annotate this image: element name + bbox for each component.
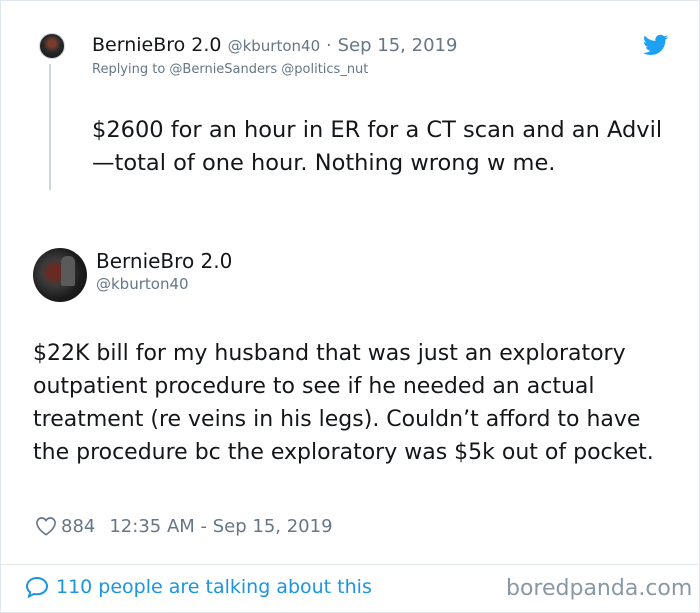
like-count[interactable]: 884 [61,516,95,537]
parent-tweet-text: $2600 for an hour in ER for a CT scan an… [92,117,663,176]
parent-handle[interactable]: @kburton40 [228,37,321,55]
main-display-name[interactable]: BernieBro 2.0 [96,249,232,273]
watermark: boredpanda.com [506,576,693,601]
twitter-bird-icon[interactable] [643,34,668,56]
footer-divider [1,564,699,565]
main-tweet-text: $22K bill for my husband that was just a… [33,341,654,465]
main-avatar[interactable] [33,248,87,302]
parent-date[interactable]: Sep 15, 2019 [338,35,458,56]
tweet-timestamp[interactable]: 12:35 AM - Sep 15, 2019 [109,516,332,537]
header-separator: · [326,36,332,56]
parent-avatar[interactable] [39,33,65,59]
thread-connector-line [49,64,51,190]
tweet-meta-row: 884 12:35 AM - Sep 15, 2019 [35,513,333,539]
main-handle[interactable]: @kburton40 [96,275,189,293]
conversation-link[interactable]: 110 people are talking about this [25,576,372,598]
parent-tweet-header: BernieBro 2.0 @kburton40 · Sep 15, 2019 [92,34,457,56]
parent-display-name[interactable]: BernieBro 2.0 [92,34,222,56]
embedded-tweet-card: BernieBro 2.0 @kburton40 · Sep 15, 2019 … [0,0,700,613]
heart-icon[interactable] [35,516,57,536]
conversation-label[interactable]: 110 people are talking about this [56,576,372,598]
replying-to-line[interactable]: Replying to @BernieSanders @politics_nut [92,62,368,77]
speech-bubble-icon [25,576,49,598]
